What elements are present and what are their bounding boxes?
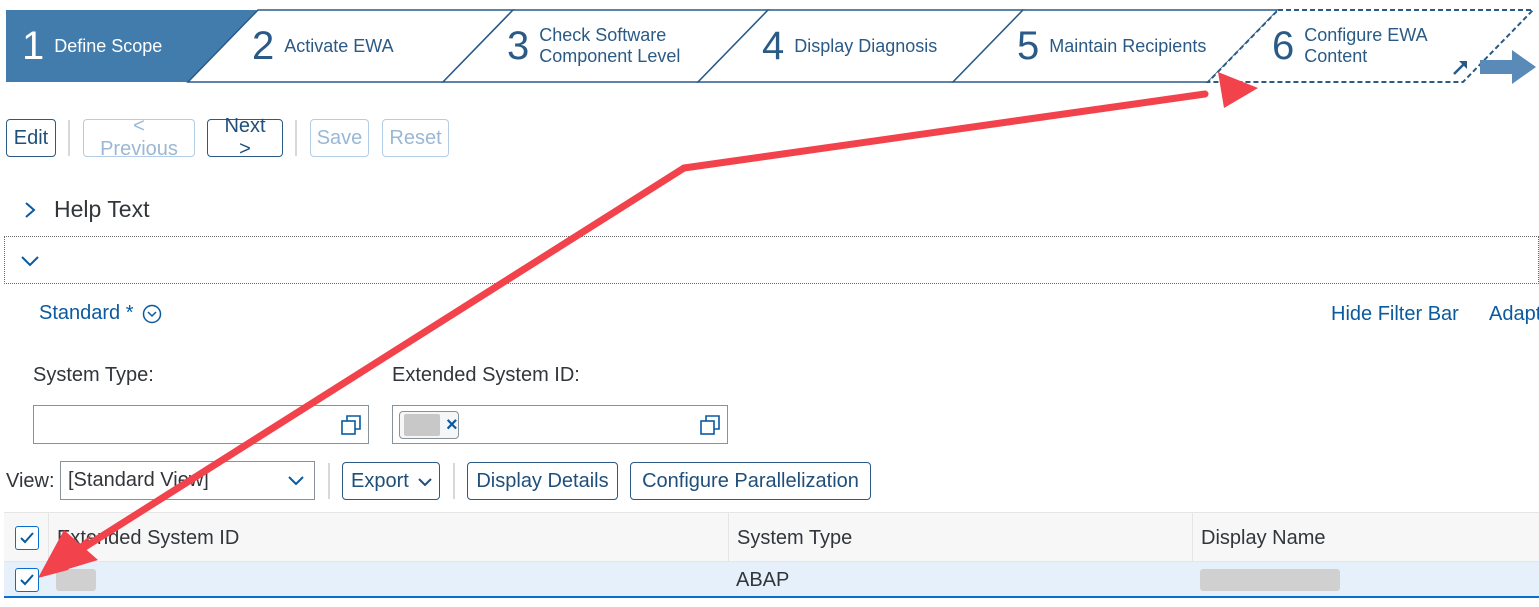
- toolbar-separator: [68, 120, 70, 156]
- wizard-roadmap: 1 Define Scope 2 Activate EWA 3 Check So…: [0, 0, 1539, 90]
- step-label: Configure EWA Content: [1304, 25, 1427, 66]
- previous-button[interactable]: < Previous: [83, 115, 195, 160]
- table-row[interactable]: ABAP: [4, 562, 1539, 598]
- variant-selector[interactable]: Standard *: [39, 302, 162, 325]
- view-label: View:: [6, 470, 55, 492]
- step-label: Check Software Component Level: [539, 25, 681, 66]
- remove-token-icon[interactable]: ×: [446, 415, 458, 435]
- view-select-value: [Standard View]: [68, 469, 209, 491]
- column-header-extended-system-id[interactable]: Extended System ID: [48, 513, 730, 563]
- export-button[interactable]: Export: [342, 462, 440, 500]
- checkmark-icon: [20, 574, 34, 586]
- table-header: Extended System ID System Type Display N…: [4, 512, 1539, 563]
- step-number: 4: [762, 24, 785, 68]
- view-select[interactable]: [Standard View]: [60, 461, 315, 500]
- step-number: 3: [507, 24, 530, 68]
- step-number: 6: [1272, 24, 1295, 68]
- checkmark-icon: [20, 532, 34, 544]
- extended-system-id-label: Extended System ID:: [392, 364, 580, 386]
- system-type-input[interactable]: [33, 405, 369, 444]
- chevron-down-icon: [288, 476, 304, 486]
- row-select-checkbox[interactable]: [15, 568, 39, 592]
- help-text-title: Help Text: [54, 196, 150, 222]
- column-header-system-type[interactable]: System Type: [728, 513, 1193, 563]
- display-details-button[interactable]: Display Details: [467, 462, 618, 500]
- cell-display-name: [1192, 562, 1539, 598]
- select-all-checkbox[interactable]: [15, 526, 39, 550]
- export-button-label: Export: [351, 469, 409, 492]
- next-button[interactable]: Next >: [207, 115, 283, 160]
- expand-step-icon[interactable]: [1450, 56, 1472, 78]
- redacted-value: [56, 569, 96, 591]
- hide-filter-bar-link[interactable]: Hide Filter Bar: [1331, 303, 1459, 326]
- step-configure-ewa-content[interactable]: 6 Configure EWA Content: [1272, 10, 1474, 82]
- toolbar-separator: [328, 463, 330, 499]
- step-check-software-component-level[interactable]: 3 Check Software Component Level: [507, 10, 709, 82]
- extended-system-id-input[interactable]: ×: [392, 405, 728, 444]
- redacted-token-value: [404, 414, 440, 436]
- step-activate-ewa[interactable]: 2 Activate EWA: [252, 10, 394, 82]
- step-label: Activate EWA: [284, 35, 394, 56]
- system-type-label: System Type:: [33, 364, 154, 386]
- configure-parallelization-button[interactable]: Configure Parallelization: [630, 462, 871, 500]
- toolbar-separator: [295, 120, 297, 156]
- save-button[interactable]: Save: [310, 119, 369, 157]
- cell-extended-system-id: [48, 562, 728, 598]
- step-number: 2: [252, 24, 275, 68]
- step-number: 1: [22, 24, 45, 68]
- redacted-value: [1200, 569, 1340, 591]
- step-label: Display Diagnosis: [794, 35, 938, 56]
- toolbar-separator: [453, 463, 455, 499]
- circle-chevron-down-icon: [142, 304, 161, 323]
- filter-panel-header[interactable]: [4, 236, 1539, 284]
- help-text-toggle[interactable]: Help Text: [20, 196, 149, 223]
- step-define-scope[interactable]: 1 Define Scope: [22, 10, 162, 82]
- extended-system-id-token[interactable]: ×: [399, 411, 459, 439]
- column-header-display-name[interactable]: Display Name: [1192, 513, 1539, 563]
- table-row: [4, 598, 1539, 607]
- step-display-diagnosis[interactable]: 4 Display Diagnosis: [762, 10, 937, 82]
- value-help-icon[interactable]: [340, 414, 362, 436]
- step-label: Maintain Recipients: [1049, 35, 1207, 56]
- scroll-right-arrow-icon[interactable]: [1478, 48, 1538, 86]
- adapt-link-wrapper: Adapt: [1489, 303, 1539, 326]
- step-maintain-recipients[interactable]: 5 Maintain Recipients: [1017, 10, 1206, 82]
- cell-system-type: ABAP: [736, 568, 790, 591]
- step-number: 5: [1017, 24, 1040, 68]
- edit-button[interactable]: Edit: [6, 119, 56, 157]
- step-label: Define Scope: [54, 35, 163, 56]
- value-help-icon[interactable]: [699, 414, 721, 436]
- reset-button[interactable]: Reset: [382, 119, 449, 157]
- chevron-right-icon: [25, 201, 36, 218]
- adapt-filters-link[interactable]: Adapt: [1489, 303, 1539, 325]
- chevron-down-icon: [418, 478, 432, 487]
- variant-label: Standard *: [39, 302, 134, 324]
- chevron-down-icon[interactable]: [19, 251, 41, 271]
